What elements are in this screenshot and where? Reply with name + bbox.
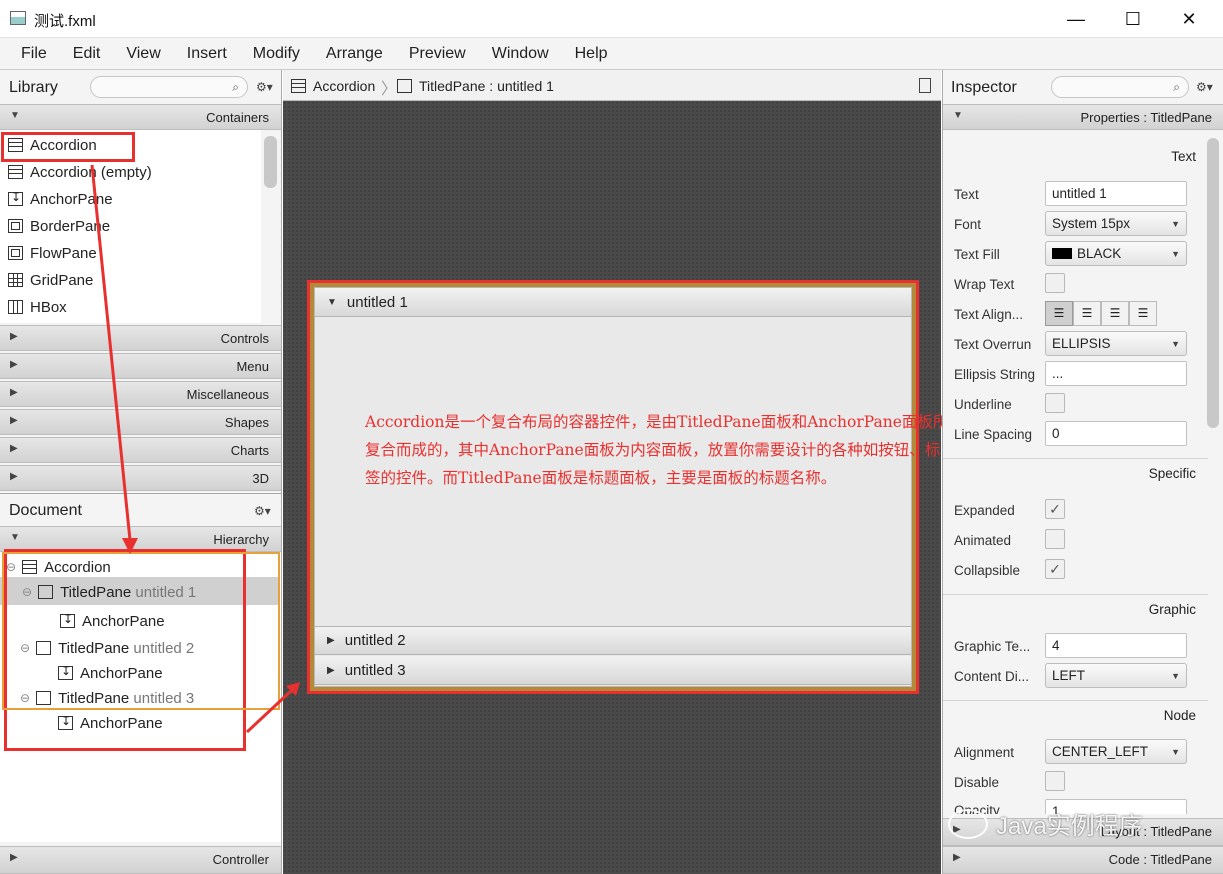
label-graphic-text-gap: Graphic Te...: [954, 639, 1031, 654]
properties-header[interactable]: ▼ Properties : TitledPane: [943, 104, 1223, 130]
code-header[interactable]: ▶ Code : TitledPane: [943, 846, 1223, 874]
watermark: Java实例程序: [948, 806, 1143, 841]
text-fill-combo[interactable]: BLACK ▼: [1045, 241, 1187, 266]
dropdown-arrow-icon: ▼: [1171, 219, 1180, 229]
label-disable: Disable: [954, 775, 1000, 790]
label-font: Font: [954, 217, 982, 232]
animated-checkbox[interactable]: [1045, 529, 1065, 549]
inspector-panel: Inspector ⌕ ⚙▾ ▼ Properties : TitledPane …: [942, 70, 1223, 874]
properties-list: Text Text untitled 1 Font System 15px ▼ T…: [943, 130, 1209, 814]
text-align-group: ☰ ☰ ☰ ☰: [1045, 301, 1157, 326]
text-field[interactable]: untitled 1: [1045, 181, 1187, 206]
inspector-title: Inspector: [951, 79, 1017, 96]
expanded-checkbox[interactable]: ✓: [1045, 499, 1065, 519]
section-graphic: Graphic: [943, 594, 1208, 622]
disable-checkbox[interactable]: [1045, 771, 1065, 791]
wrap-text-checkbox[interactable]: [1045, 273, 1065, 293]
content-display-combo[interactable]: LEFT ▼: [1045, 663, 1187, 688]
label-underline: Underline: [954, 397, 1012, 412]
alignment-combo[interactable]: CENTER_LEFT ▼: [1045, 739, 1187, 764]
text-overrun-combo[interactable]: ELLIPSIS ▼: [1045, 331, 1187, 356]
color-swatch: [1052, 248, 1072, 259]
wechat-icon: [948, 808, 988, 839]
label-expanded: Expanded: [954, 503, 1015, 518]
label-collapsible: Collapsible: [954, 563, 1021, 578]
collapsible-checkbox[interactable]: ✓: [1045, 559, 1065, 579]
label-text-overrun: Text Overrun: [954, 337, 1032, 352]
label-wrap-text: Wrap Text: [954, 277, 1015, 292]
label-animated: Animated: [954, 533, 1012, 548]
search-icon: ⌕: [1173, 80, 1180, 94]
label-ellipsis-string: Ellipsis String: [954, 367, 1036, 382]
label-text-align: Text Align...: [954, 307, 1024, 322]
label-text: Text: [954, 187, 979, 202]
section-node: Node: [943, 700, 1208, 728]
section-text: Text: [1171, 149, 1196, 164]
label-line-spacing: Line Spacing: [954, 427, 1033, 442]
inspector-search-input[interactable]: ⌕: [1051, 76, 1189, 98]
line-spacing-field[interactable]: 0: [1045, 421, 1187, 446]
section-specific: Specific: [943, 458, 1208, 486]
align-left-icon[interactable]: ☰: [1045, 301, 1073, 326]
inspector-gear-icon[interactable]: ⚙▾: [1196, 80, 1213, 94]
align-right-icon[interactable]: ☰: [1101, 301, 1129, 326]
align-center-icon[interactable]: ☰: [1073, 301, 1101, 326]
align-justify-icon[interactable]: ☰: [1129, 301, 1157, 326]
graphic-text-gap-field[interactable]: 4: [1045, 633, 1187, 658]
label-text-fill: Text Fill: [954, 247, 1000, 262]
label-alignment: Alignment: [954, 745, 1015, 760]
underline-checkbox[interactable]: [1045, 393, 1065, 413]
ellipsis-string-field[interactable]: ...: [1045, 361, 1187, 386]
label-content-display: Content Di...: [954, 669, 1030, 684]
font-combo[interactable]: System 15px ▼: [1045, 211, 1187, 236]
inspector-scrollbar[interactable]: [1207, 138, 1219, 428]
